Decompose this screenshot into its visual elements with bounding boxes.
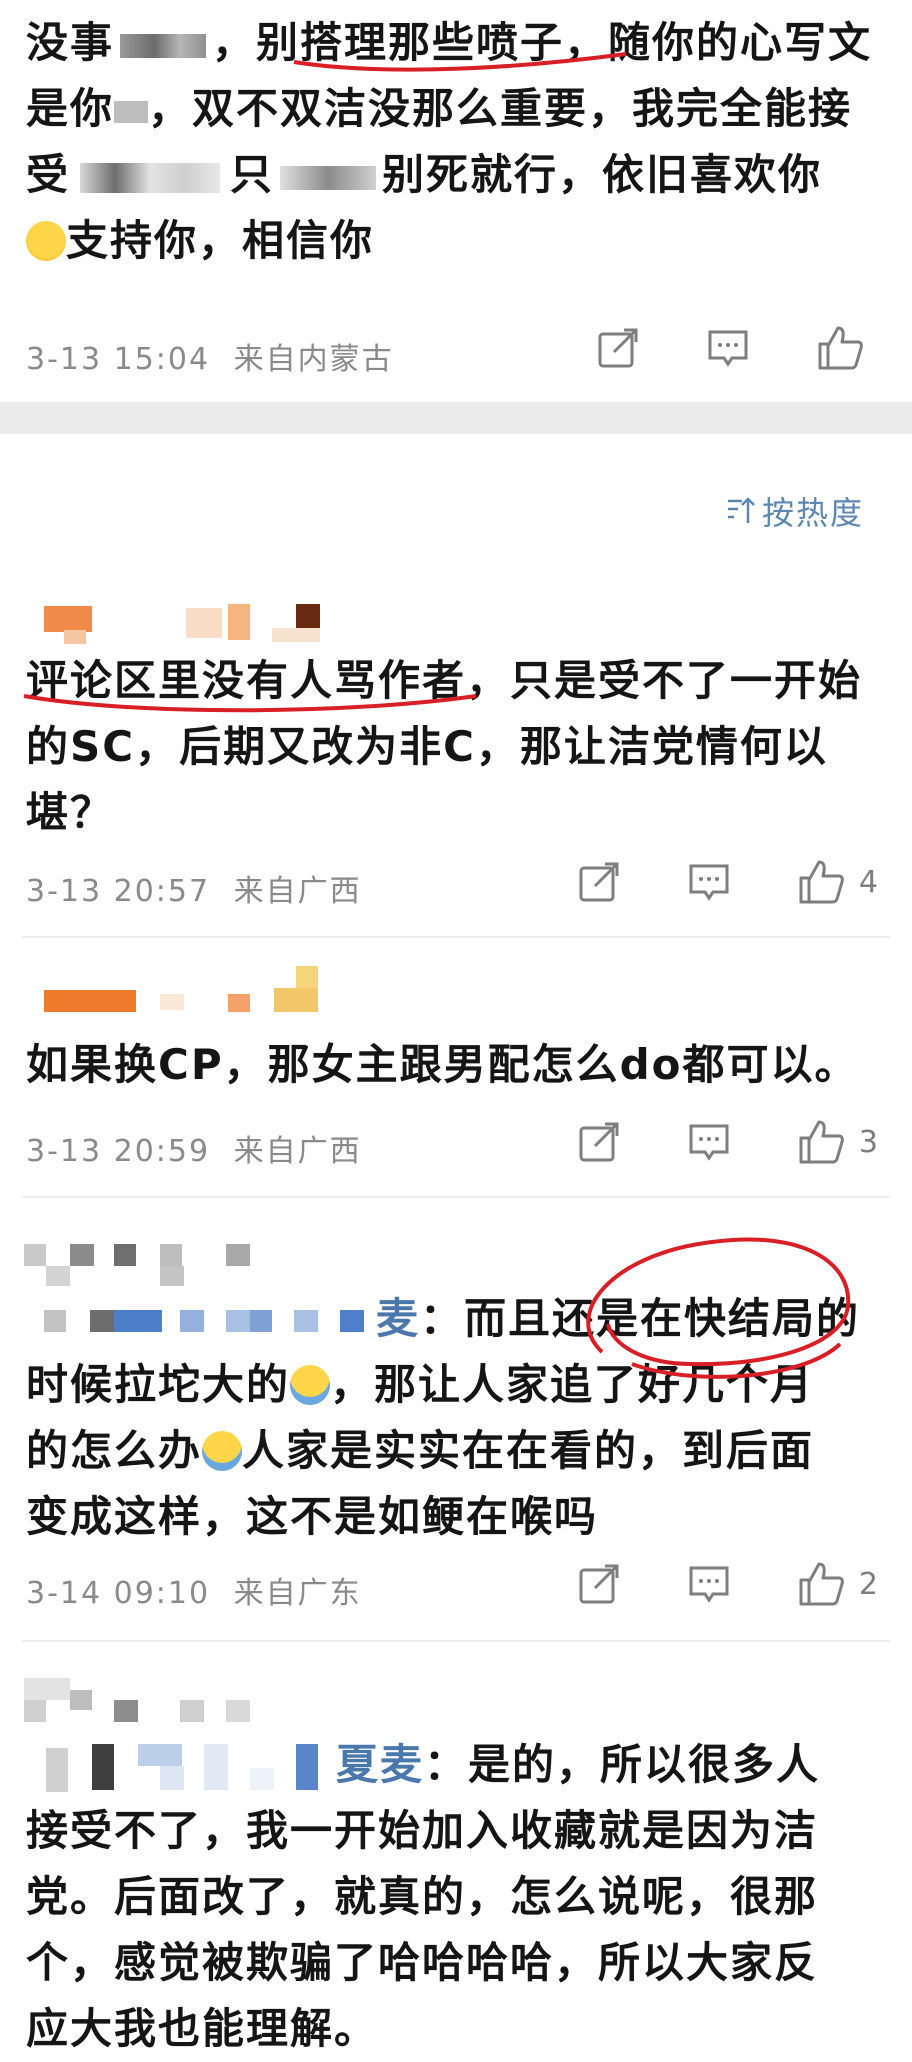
comment-actions: 4 (511, 858, 878, 906)
comment-time: 3-13 20:59 (26, 1134, 211, 1169)
comment-icon (689, 1124, 729, 1161)
like-icon (799, 1120, 844, 1164)
comment-time: 3-13 15:04 (26, 342, 211, 377)
comment-icon (689, 864, 729, 901)
comment-button[interactable] (706, 326, 750, 370)
pixelated-blur (120, 33, 207, 58)
comment-meta: 3-13 20:57 来自广西 (26, 866, 362, 910)
red-underline-mark (23, 694, 477, 713)
laughing-crying-emoji-icon (290, 1365, 331, 1405)
comment-actions (530, 324, 878, 372)
share-icon (579, 862, 619, 902)
comment-meta: 3-13 20:59 来自广西 (26, 1126, 362, 1170)
reply-username[interactable]: 夏麦 (336, 1740, 424, 1789)
red-underline-mark (293, 52, 627, 72)
like-button[interactable]: 3 (797, 1118, 878, 1166)
share-button[interactable] (577, 1562, 621, 1606)
comment-icon (708, 330, 748, 367)
comment-actions: 3 (511, 1118, 878, 1166)
like-button[interactable]: 4 (797, 858, 878, 906)
comment-meta: 3-14 09:10 来自广东 (26, 1568, 362, 1612)
comment-text-part: 是你 (26, 84, 115, 133)
like-icon (818, 326, 863, 370)
comment-text-part: 的怎么办 (26, 1426, 203, 1475)
red-circle-mark (586, 1237, 851, 1379)
like-button[interactable]: 2 (797, 1560, 878, 1608)
pixelated-blur (114, 100, 149, 123)
comment-button[interactable] (687, 860, 731, 904)
section-divider (0, 402, 912, 434)
comment-text-part: 别死就行，依旧喜欢你 (382, 150, 823, 199)
divider (22, 1196, 890, 1198)
share-button[interactable] (577, 1120, 621, 1164)
comment-text: 评论区里没有人骂作者，只是受不了一开始的SC，后期又改为非C，那让洁党情何以堪？ (26, 656, 863, 837)
comment-text-part: ：是的，所以很多人 (424, 1740, 821, 1789)
share-icon (579, 1122, 619, 1162)
comment-time: 3-13 20:57 (26, 874, 211, 909)
comment-text-part: 受 (26, 150, 71, 199)
pixelated-blur (280, 165, 377, 190)
comment-text-part: ，双不双洁没那么重要，我完全能接 (148, 84, 853, 133)
comment-icon (689, 1566, 729, 1603)
like-count: 2 (858, 1566, 878, 1602)
comment-location: 来自内蒙古 (233, 342, 394, 377)
comment-text-part: 人家是实实在在看的，到后面 (242, 1426, 815, 1475)
comment-time: 3-14 09:10 (26, 1576, 211, 1611)
comment-text-part: 没事 (26, 18, 115, 67)
share-icon (579, 1564, 619, 1604)
comment-meta: 3-13 15:04 来自内蒙古 (26, 334, 394, 378)
comment-text-part: 个，感觉被欺骗了哈哈哈哈，所以大家反 (26, 1938, 819, 1987)
comment-text-part: 支持你，相信你 (66, 216, 375, 265)
comment-text: 如果换CP，那女主跟男配怎么do都可以。 (26, 1040, 859, 1089)
comment-actions: 2 (511, 1560, 878, 1608)
like-count: 4 (858, 864, 878, 900)
laughing-crying-emoji-icon (202, 1431, 243, 1471)
comment-text-part: 时候拉坨大的 (26, 1360, 291, 1409)
pixelated-blur (80, 162, 221, 193)
comment-text-part: 只 (230, 150, 275, 199)
comment-text: 夏麦：是的，所以很多人 接受不了，我一开始加入收藏就是因为洁 党。后面改了，就真… (26, 1732, 886, 2062)
sort-icon (727, 497, 755, 523)
share-button[interactable] (577, 860, 621, 904)
like-icon (799, 860, 844, 904)
comment-button[interactable] (687, 1562, 731, 1606)
like-count: 3 (858, 1124, 878, 1160)
share-button[interactable] (596, 326, 640, 370)
smiley-emoji-icon (26, 221, 66, 261)
comment-text-part: 党。后面改了，就真的，怎么说呢，很那 (26, 1872, 819, 1921)
like-button[interactable] (816, 324, 878, 372)
comment-text-part: 应大我也能理解。 (26, 2004, 379, 2053)
sort-button[interactable]: 按热度 (726, 488, 864, 534)
comment-text-part: 变成这样，这不是如鲠在喉吗 (26, 1492, 599, 1541)
comment-location: 来自广东 (233, 1576, 362, 1611)
reply-username[interactable]: 麦 (376, 1294, 420, 1343)
sort-label: 按热度 (761, 494, 864, 532)
comment-text-part: 接受不了，我一开始加入收藏就是因为洁 (26, 1806, 819, 1855)
divider (22, 1640, 890, 1642)
like-icon (799, 1562, 844, 1606)
share-icon (598, 328, 638, 368)
divider (22, 936, 890, 938)
comment-location: 来自广西 (233, 1134, 362, 1169)
comment-location: 来自广西 (233, 874, 362, 909)
comment-button[interactable] (687, 1120, 731, 1164)
